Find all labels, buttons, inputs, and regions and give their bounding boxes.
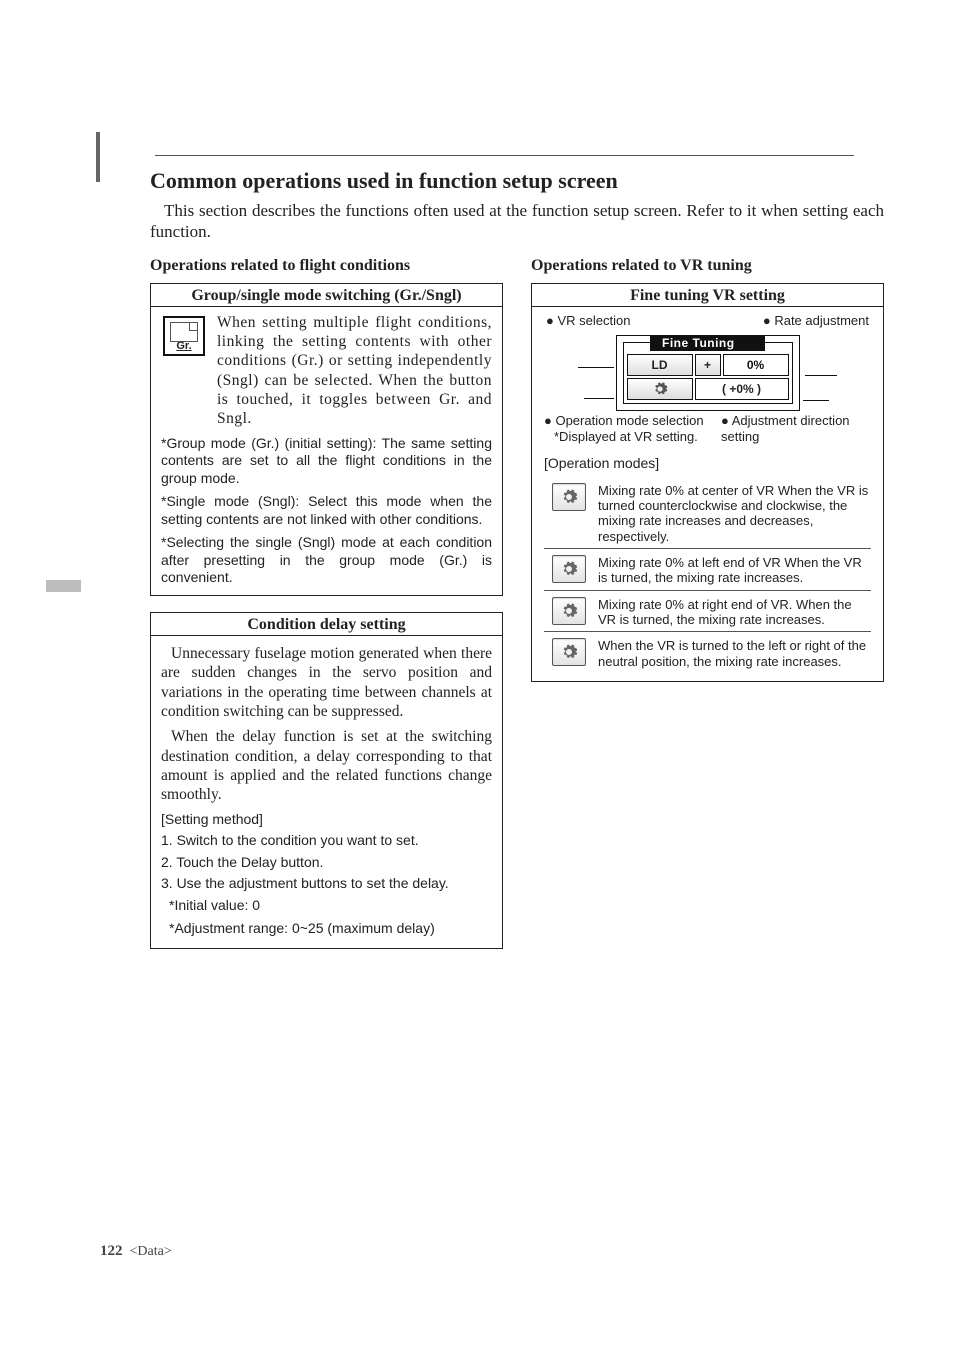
rate-adjustment-label: ● Rate adjustment — [763, 313, 869, 329]
op-mode-desc-3: Mixing rate 0% at right end of VR. When … — [598, 597, 869, 628]
top-horizontal-rule — [155, 155, 854, 156]
op-mode-button-right[interactable] — [552, 597, 586, 625]
operation-modes-heading: [Operation modes] — [544, 455, 871, 473]
operation-mode-list: Mixing rate 0% at center of VR When the … — [544, 477, 871, 673]
condition-delay-title: Condition delay setting — [151, 613, 502, 636]
op-mode-desc-4: When the VR is turned to the left or rig… — [598, 638, 869, 669]
gear-icon — [560, 602, 578, 620]
setting-method-label: [Setting method] — [161, 811, 492, 829]
leader-line-bottom-left — [584, 398, 614, 399]
setting-step-2: 2. Touch the Delay button. — [161, 854, 492, 872]
setting-step-3: 3. Use the adjustment buttons to set the… — [161, 875, 492, 893]
vr-selection-label: ● VR selection — [546, 313, 630, 329]
operation-mode-selection-label: ● Operation mode selection — [544, 413, 704, 429]
operation-mode-button[interactable] — [627, 378, 693, 400]
adjustment-direction-field[interactable]: ( +0% ) — [695, 378, 789, 400]
op-mode-desc-1: Mixing rate 0% at center of VR When the … — [598, 483, 869, 544]
left-column: Operations related to flight conditions … — [150, 257, 503, 949]
op-mode-button-center[interactable] — [552, 483, 586, 511]
condition-delay-p1: Unnecessary fuselage motion generated wh… — [161, 644, 492, 722]
group-single-note-2: *Single mode (Sngl): Select this mode wh… — [161, 493, 492, 528]
group-single-box-title: Group/single mode switching (Gr./Sngl) — [151, 284, 502, 307]
ld-button[interactable]: LD — [627, 354, 693, 376]
gr-icon-label: Gr. — [176, 341, 191, 352]
page-number: 122 — [100, 1243, 123, 1259]
adjustment-direction-label: ● Adjustment direction setting — [721, 413, 871, 446]
fine-tuning-screen-title: Fine Tuning — [650, 335, 765, 351]
page-footer: 122 <Data> — [100, 1243, 172, 1260]
setting-step-1: 1. Switch to the condition you want to s… — [161, 832, 492, 850]
gear-icon — [650, 380, 670, 398]
group-single-body: When setting multiple flight conditions,… — [217, 313, 492, 429]
group-single-note-1: *Group mode (Gr.) (initial setting): The… — [161, 435, 492, 488]
adjustment-range-note: *Adjustment range: 0~25 (maximum delay) — [169, 920, 492, 938]
fine-tuning-screen-panel: Fine Tuning LD + 0% ( +0% — [623, 342, 793, 404]
right-subheading: Operations related to VR tuning — [531, 257, 884, 275]
section-intro-paragraph: This section describes the functions oft… — [150, 200, 884, 243]
op-mode-desc-2: Mixing rate 0% at left end of VR When th… — [598, 555, 869, 586]
group-mode-icon: Gr. — [163, 316, 205, 356]
gear-icon — [560, 560, 578, 578]
gr-icon-container: Gr. — [161, 313, 207, 429]
gear-icon — [560, 488, 578, 506]
left-subheading: Operations related to flight conditions — [150, 257, 503, 275]
leader-line-top-right — [805, 375, 837, 376]
section-title: Common operations used in function setup… — [150, 0, 884, 194]
gear-icon — [560, 643, 578, 661]
displayed-at-vr-note: *Displayed at VR setting. — [554, 429, 704, 445]
leader-line-top-left — [578, 367, 614, 368]
op-mode-button-neutral[interactable] — [552, 638, 586, 666]
right-column: Operations related to VR tuning Fine tun… — [531, 257, 884, 683]
condition-delay-p2: When the delay function is set at the sw… — [161, 727, 492, 805]
rate-value-field[interactable]: 0% — [723, 354, 789, 376]
left-margin-accent — [46, 580, 81, 592]
top-left-marker — [96, 132, 100, 182]
condition-delay-box: Condition delay setting Unnecessary fuse… — [150, 612, 503, 949]
page-section-label: <Data> — [130, 1244, 172, 1259]
plus-button[interactable]: + — [695, 354, 721, 376]
stacked-pages-icon — [170, 322, 198, 342]
fine-tuning-title: Fine tuning VR setting — [532, 284, 883, 307]
initial-value-note: *Initial value: 0 — [169, 897, 492, 915]
fine-tuning-panel-diagram: Fine Tuning LD + 0% ( +0% — [544, 335, 871, 411]
fine-tuning-box: Fine tuning VR setting ● VR selection ● … — [531, 283, 884, 683]
group-single-box: Group/single mode switching (Gr./Sngl) G… — [150, 283, 503, 596]
op-mode-button-left[interactable] — [552, 555, 586, 583]
group-single-note-3: *Selecting the single (Sngl) mode at eac… — [161, 534, 492, 587]
leader-line-bottom-right — [803, 400, 829, 401]
